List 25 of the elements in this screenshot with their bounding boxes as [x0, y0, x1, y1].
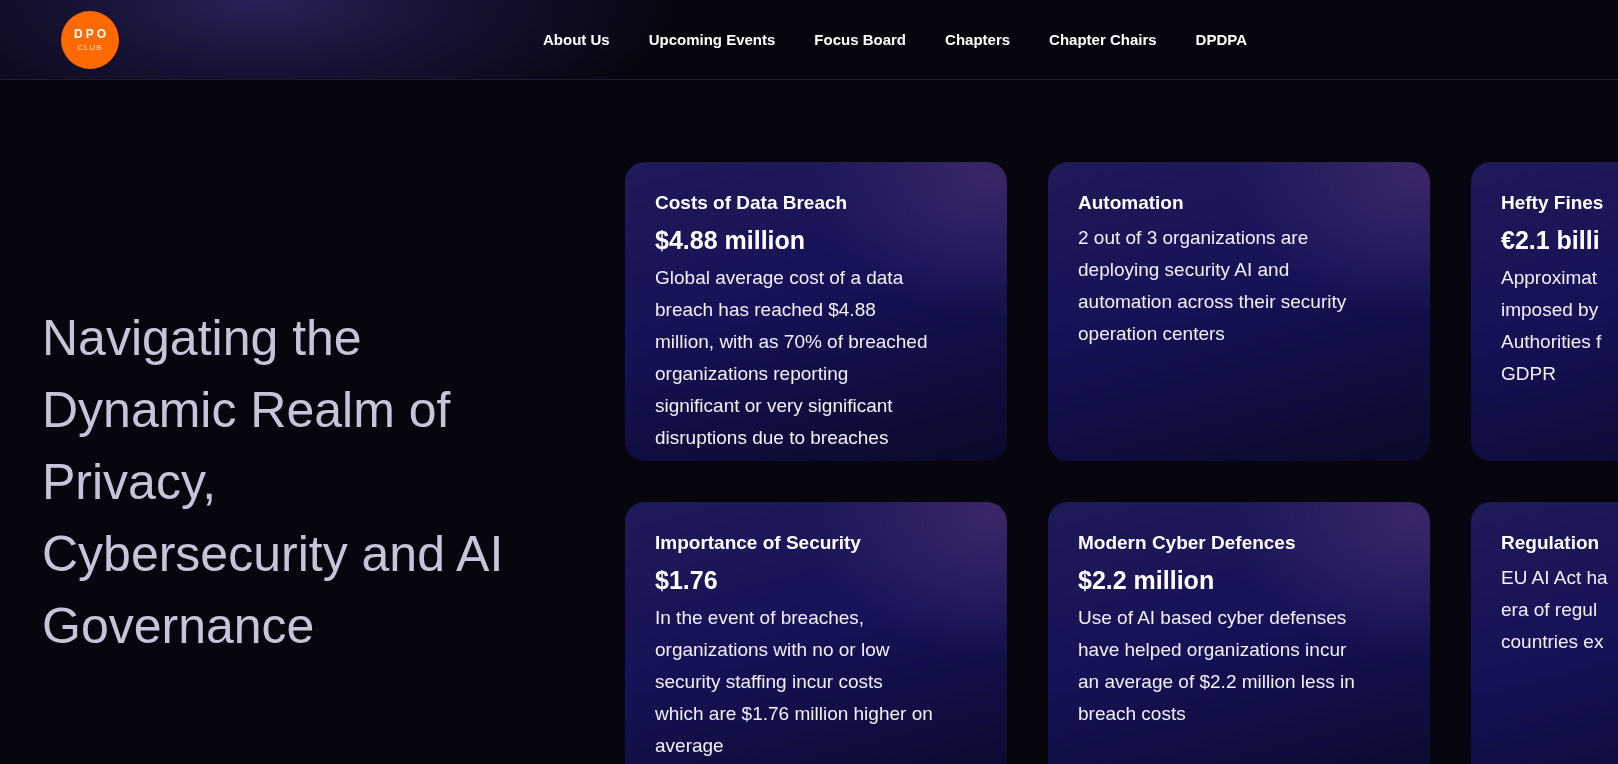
card-title: Modern Cyber Defences [1078, 531, 1297, 555]
nav-link[interactable]: Chapters [945, 31, 1011, 48]
card-value: €2.1 billi [1501, 225, 1601, 256]
card-title: Importance of Security [655, 531, 862, 555]
card-title: Costs of Data Breach [655, 191, 849, 215]
card-text: 2 out of 3 organizations are deploying security AI and automation across their security operation centers [1078, 226, 1348, 346]
hero-heading: Navigating the Dynamic Realm of Privacy, Cybersecurity and AI Governance [42, 309, 505, 656]
card-value: $2.2 million [1078, 565, 1216, 596]
nav-link[interactable]: DPDPA [1195, 31, 1247, 48]
logo-subtitle: CLUB [77, 42, 103, 53]
card-text: In the event of breaches, organizations with no or low security staffing incur costs which are $1.76 million higher on average [655, 606, 934, 758]
logo-title: DPO [74, 26, 109, 41]
card-title: Hefty Fines [1501, 191, 1605, 215]
card-value: $4.88 million [655, 225, 807, 256]
card-text: Approximat imposed by Authorities f GDPR [1501, 266, 1603, 386]
nav-link[interactable]: Upcoming Events [648, 31, 776, 48]
card-text: Use of AI based cyber defenses have helped organizations incur an average of $2.2 million less in breach costs [1078, 606, 1356, 726]
card-value: $1.76 [655, 565, 719, 596]
nav-link[interactable]: About Us [543, 31, 610, 48]
card-title: Automation [1078, 191, 1185, 215]
nav-link[interactable]: Chapter Chairs [1049, 31, 1157, 48]
nav-link[interactable]: Focus Board [814, 31, 907, 48]
card-title: Regulation [1501, 531, 1601, 555]
card-text: Global average cost of a data breach has reached $4.88 million, with as 70% of breached organizations reporting significant or very significant disruptions due to breaches [655, 266, 929, 450]
card-text: EU AI Act ha era of regul countries ex [1501, 566, 1609, 654]
